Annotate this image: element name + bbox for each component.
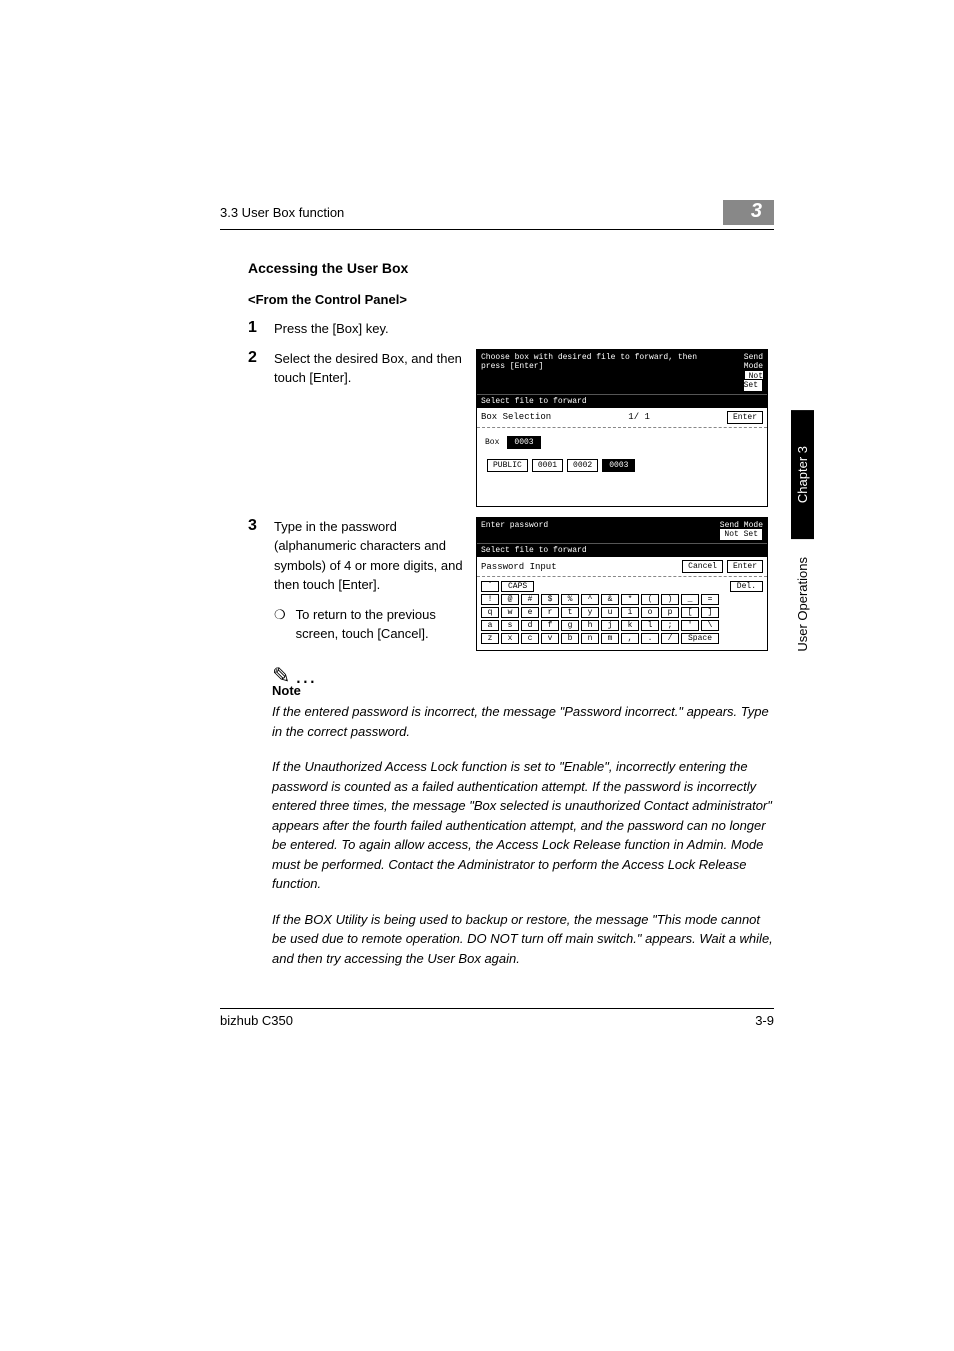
lcd-bar-label: Box Selection: [481, 412, 551, 422]
key[interactable]: [: [681, 607, 699, 618]
key[interactable]: ': [681, 620, 699, 631]
keyboard-row-3: asdfghjkl;'\: [481, 620, 763, 631]
heading-accessing: Accessing the User Box: [248, 260, 774, 276]
bullet-icon: ❍: [274, 605, 286, 644]
key[interactable]: g: [561, 620, 579, 631]
key[interactable]: !: [481, 594, 499, 605]
key[interactable]: q: [481, 607, 499, 618]
key[interactable]: y: [581, 607, 599, 618]
key[interactable]: .: [641, 633, 659, 644]
key[interactable]: $: [541, 594, 559, 605]
key[interactable]: t: [561, 607, 579, 618]
key[interactable]: j: [601, 620, 619, 631]
step-text: Select the desired Box, and then touch […: [274, 349, 464, 388]
bullet-text: To return to the previous screen, touch …: [296, 605, 464, 644]
key[interactable]: =: [701, 594, 719, 605]
keyboard-row-1: !@#$%^&*()_=: [481, 594, 763, 605]
step-text: Type in the password (alphanumeric chara…: [274, 519, 463, 593]
del-key[interactable]: Del.: [730, 581, 763, 592]
step-number: 1: [248, 319, 262, 339]
key[interactable]: *: [621, 594, 639, 605]
lcd-screenshot-box-selection: Choose box with desired file to forward,…: [476, 349, 768, 507]
lcd-mode-value: Not Set: [719, 528, 763, 541]
lcd-box-num: 0003: [507, 436, 540, 449]
step-number: 3: [248, 517, 262, 535]
key[interactable]: i: [621, 607, 639, 618]
key[interactable]: ]: [701, 607, 719, 618]
keyboard-row-4: zxcvbnm,./ Space: [481, 633, 763, 644]
key[interactable]: v: [541, 633, 559, 644]
lcd-box-label: Box: [485, 438, 499, 447]
key[interactable]: z: [481, 633, 499, 644]
key[interactable]: m: [601, 633, 619, 644]
key[interactable]: ,: [621, 633, 639, 644]
key[interactable]: w: [501, 607, 519, 618]
footer-model: bizhub C350: [220, 1013, 293, 1028]
key[interactable]: a: [481, 620, 499, 631]
key[interactable]: @: [501, 594, 519, 605]
key[interactable]: &: [601, 594, 619, 605]
lcd-subtitle: Select file to forward: [481, 546, 587, 555]
lcd-subtitle: Select file to forward: [481, 397, 587, 406]
caps-key[interactable]: CAPS: [501, 581, 534, 592]
cancel-button[interactable]: Cancel: [682, 560, 723, 573]
key[interactable]: p: [661, 607, 679, 618]
box-button-selected[interactable]: 0003: [602, 459, 635, 472]
step-text: Press the [Box] key.: [274, 319, 774, 339]
key[interactable]: o: [641, 607, 659, 618]
note-paragraph: If the Unauthorized Access Lock function…: [272, 757, 774, 894]
key[interactable]: ): [661, 594, 679, 605]
key[interactable]: r: [541, 607, 559, 618]
key[interactable]: #: [521, 594, 539, 605]
key[interactable]: _: [681, 594, 699, 605]
key[interactable]: ;: [661, 620, 679, 631]
note-paragraph: If the entered password is incorrect, th…: [272, 702, 774, 741]
key[interactable]: f: [541, 620, 559, 631]
key[interactable]: h: [581, 620, 599, 631]
note-label: Note: [272, 683, 774, 698]
step-number: 2: [248, 349, 262, 367]
key[interactable]: k: [621, 620, 639, 631]
chapter-badge: 3: [723, 200, 774, 225]
key[interactable]: l: [641, 620, 659, 631]
key[interactable]: ^: [581, 594, 599, 605]
key[interactable]: e: [521, 607, 539, 618]
key[interactable]: n: [581, 633, 599, 644]
enter-button[interactable]: Enter: [727, 411, 763, 424]
side-section-tab: User Operations: [795, 557, 810, 652]
key[interactable]: s: [501, 620, 519, 631]
note-paragraph: If the BOX Utility is being used to back…: [272, 910, 774, 969]
key[interactable]: /: [661, 633, 679, 644]
lcd-title: Enter password: [481, 521, 548, 540]
keyboard-row-2: qwertyuiop[]: [481, 607, 763, 618]
lcd-bar-label: Password Input: [481, 562, 557, 572]
key-backtick[interactable]: `: [481, 581, 499, 592]
key[interactable]: %: [561, 594, 579, 605]
lcd-page: 1/ 1: [555, 412, 723, 422]
box-button[interactable]: 0001: [532, 459, 563, 472]
key[interactable]: \: [701, 620, 719, 631]
lcd-mode-label: Send Mode: [744, 353, 763, 372]
lcd-title: Choose box with desired file to forward,…: [481, 353, 725, 391]
key[interactable]: d: [521, 620, 539, 631]
key[interactable]: b: [561, 633, 579, 644]
key[interactable]: x: [501, 633, 519, 644]
side-chapter-tab: Chapter 3: [791, 410, 814, 539]
key[interactable]: u: [601, 607, 619, 618]
box-button[interactable]: 0002: [567, 459, 598, 472]
public-box-button[interactable]: PUBLIC: [487, 459, 528, 472]
enter-button[interactable]: Enter: [727, 560, 763, 573]
running-header: 3.3 User Box function: [220, 205, 344, 220]
lcd-mode-value: Not Set: [744, 370, 763, 393]
lcd-screenshot-password: Enter password Send Mode Not Set Select …: [476, 517, 768, 651]
key[interactable]: (: [641, 594, 659, 605]
footer-page: 3-9: [755, 1013, 774, 1028]
heading-from-panel: <From the Control Panel>: [248, 292, 774, 307]
key[interactable]: c: [521, 633, 539, 644]
space-key[interactable]: Space: [681, 633, 719, 644]
